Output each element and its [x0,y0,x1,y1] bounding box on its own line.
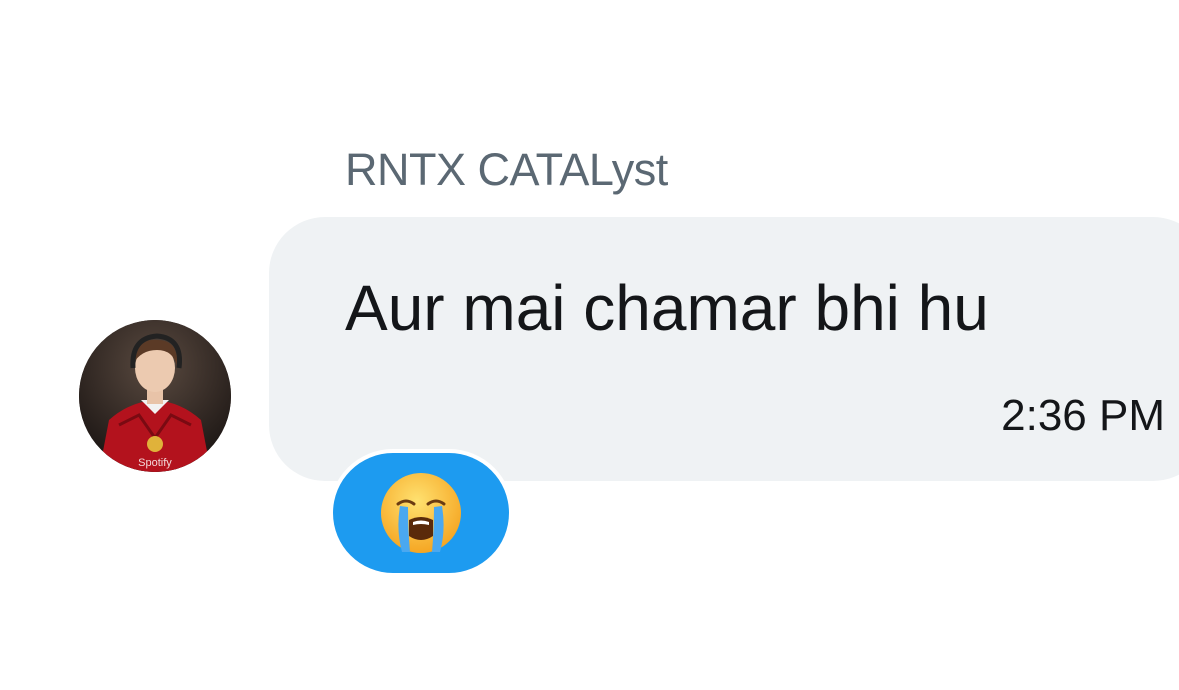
sender-avatar[interactable]: Spotify [79,320,231,472]
dm-conversation-view: RNTX CATALyst Spotify Aur mai chamar bhi… [0,0,1179,690]
sender-name[interactable]: RNTX CATALyst [345,142,668,198]
loudly-crying-face-emoji-icon [381,473,461,553]
reaction-pill[interactable] [329,449,513,577]
reaction-pill-background [333,453,509,573]
message-timestamp: 2:36 PM [1001,391,1165,440]
avatar-photo-icon: Spotify [79,320,231,472]
svg-text:Spotify: Spotify [138,457,172,469]
message-text: Aur mai chamar bhi hu [345,272,989,344]
